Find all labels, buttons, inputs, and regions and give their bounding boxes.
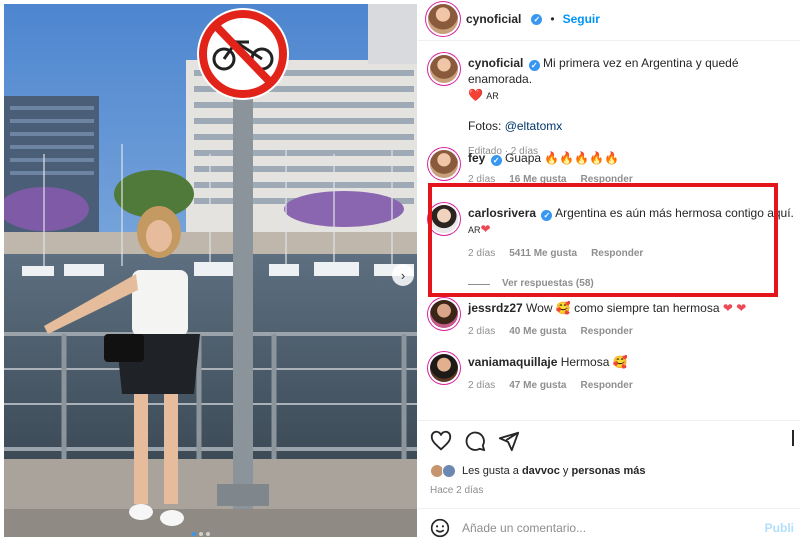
- author-avatar[interactable]: [428, 4, 458, 34]
- post-date: Hace 2 días: [430, 485, 484, 496]
- divider: [418, 420, 800, 421]
- divider: [418, 508, 800, 509]
- reply-button[interactable]: Responder: [581, 172, 633, 188]
- commenter-avatar[interactable]: [430, 150, 458, 178]
- flag-text: AR: [468, 225, 481, 235]
- view-replies-label: Ver respuestas (58): [502, 278, 594, 289]
- comment-username[interactable]: fey: [468, 151, 485, 165]
- chevron-right-icon: ›: [400, 267, 406, 283]
- follow-button[interactable]: Seguir: [563, 12, 600, 26]
- comment-time[interactable]: 2 días: [468, 324, 495, 340]
- heart-icon[interactable]: [430, 430, 452, 452]
- reply-button[interactable]: Responder: [591, 246, 643, 262]
- comment-time[interactable]: 2 días: [468, 378, 495, 394]
- comment-item: carlosrivera ✓ Argentina es aún más herm…: [430, 205, 798, 292]
- divider: [418, 40, 800, 41]
- view-replies-button[interactable]: Ver respuestas (58): [468, 276, 798, 292]
- likes-summary[interactable]: Les gusta a davvoc y personas más: [430, 464, 645, 478]
- reply-button[interactable]: Responder: [581, 378, 633, 394]
- flag-text: AR: [486, 91, 499, 101]
- comment-likes[interactable]: 40 Me gusta: [509, 324, 566, 340]
- commenter-avatar[interactable]: [430, 300, 458, 328]
- comment-time[interactable]: 2 días: [468, 172, 495, 188]
- post-header: cynoficial ✓ • Seguir: [428, 2, 600, 36]
- verified-icon: ✓: [490, 155, 502, 166]
- likes-prefix: Les gusta a: [462, 465, 519, 477]
- comment-text: Guapa 🔥🔥🔥🔥🔥: [505, 151, 620, 165]
- post-actions: [430, 430, 520, 452]
- verified-icon: ✓: [528, 60, 540, 71]
- liker-avatar: [442, 464, 456, 478]
- carousel-dots: [192, 532, 210, 536]
- verified-icon: ✓: [531, 13, 543, 25]
- carousel-dot: [199, 532, 203, 536]
- comment-username[interactable]: vaniamaquillaje: [468, 355, 557, 369]
- photos-handle-link[interactable]: @eltatomx: [505, 119, 563, 133]
- heart-icon: ❤: [480, 222, 491, 236]
- heart-icon: ❤️: [468, 88, 483, 102]
- comment-time[interactable]: 2 días: [468, 246, 495, 262]
- publish-button[interactable]: Publi: [765, 521, 794, 535]
- comment-item: fey ✓ Guapa 🔥🔥🔥🔥🔥 2 días 16 Me gusta Res…: [430, 150, 798, 188]
- post-side-panel: cynoficial ✓ • Seguir cynoficial ✓ Mi pr…: [418, 0, 800, 541]
- comment-likes[interactable]: 47 Me gusta: [509, 378, 566, 394]
- photos-label: Fotos:: [468, 119, 502, 133]
- comment-text: Hermosa 🥰: [560, 355, 628, 369]
- comment-item: jessrdz27 Wow 🥰 como siempre tan hermosa…: [430, 300, 798, 340]
- comment-text: Argentina es aún más hermosa contigo aqu…: [555, 206, 794, 220]
- carousel-dot: [192, 532, 196, 536]
- caption-username[interactable]: cynoficial: [468, 56, 523, 70]
- separator: •: [550, 12, 555, 26]
- emoji-icon[interactable]: [430, 518, 450, 538]
- reply-button[interactable]: Responder: [581, 324, 633, 340]
- bookmark-icon[interactable]: [792, 430, 794, 446]
- replies-line: [468, 283, 490, 285]
- author-avatar[interactable]: [430, 55, 458, 83]
- author-username[interactable]: cynoficial: [466, 12, 521, 26]
- photo-illustration: [4, 4, 417, 537]
- commenter-avatar[interactable]: [430, 205, 458, 233]
- post-caption: cynoficial ✓ Mi primera vez en Argentina…: [430, 55, 798, 160]
- comment-input[interactable]: [462, 520, 742, 535]
- comment-item: vaniamaquillaje Hermosa 🥰 2 días 47 Me g…: [430, 354, 798, 394]
- verified-icon: ✓: [541, 210, 553, 221]
- comment-text: Wow 🥰 como siempre tan hermosa: [526, 301, 720, 315]
- liker-username[interactable]: davvoc: [522, 465, 560, 477]
- heart-icon: ❤ ❤: [722, 301, 747, 315]
- add-comment-bar: Publi: [418, 514, 800, 541]
- comment-username[interactable]: jessrdz27: [468, 301, 523, 315]
- likes-connector: y: [562, 465, 569, 477]
- comment-likes[interactable]: 5411 Me gusta: [509, 246, 577, 262]
- post-photo[interactable]: ›: [4, 4, 417, 537]
- carousel-dot: [206, 532, 210, 536]
- comment-likes[interactable]: 16 Me gusta: [509, 172, 566, 188]
- comment-icon[interactable]: [464, 430, 486, 452]
- share-icon[interactable]: [498, 430, 520, 452]
- commenter-avatar[interactable]: [430, 354, 458, 382]
- carousel-next-button[interactable]: ›: [392, 264, 414, 286]
- likes-others[interactable]: personas más: [571, 465, 645, 477]
- comment-username[interactable]: carlosrivera: [468, 206, 536, 220]
